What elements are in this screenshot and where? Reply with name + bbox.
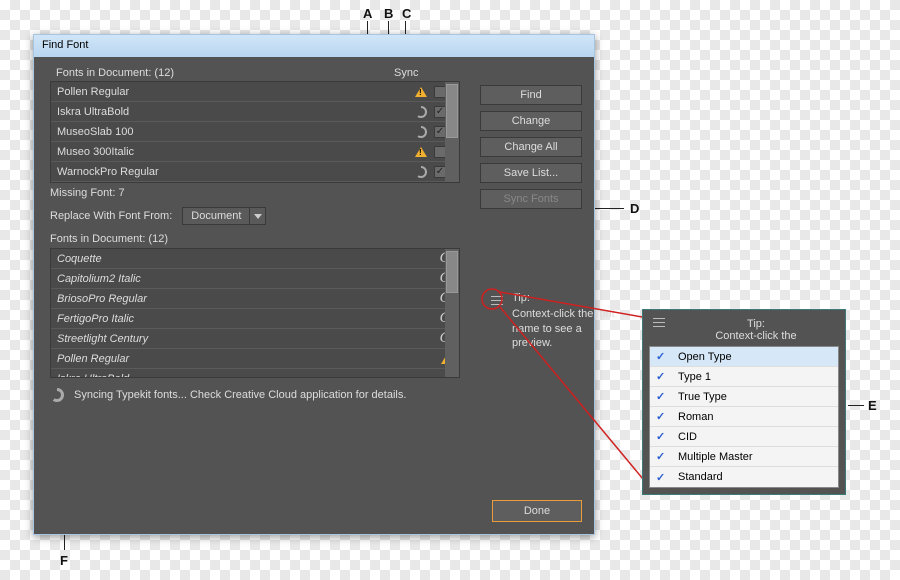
check-icon: ✓ <box>656 450 670 463</box>
filter-menu-item[interactable]: ✓ Standard <box>650 467 838 487</box>
sync-status-text: Syncing Typekit fonts... Check Creative … <box>74 389 406 401</box>
font-name: MuseoSlab 100 <box>57 126 389 138</box>
font-name: Pollen Regular <box>57 86 389 98</box>
change-all-button[interactable]: Change All <box>480 137 582 157</box>
missing-font-label: Missing Font: 7 <box>50 187 460 199</box>
fonts-in-doc-label-2: Fonts in Document: (12) <box>50 233 460 245</box>
check-icon: ✓ <box>656 390 670 403</box>
callout-b: B <box>384 6 393 21</box>
spinner-icon <box>415 166 427 178</box>
font-name: Streetlight Century <box>57 333 415 345</box>
fonts-in-doc-label: Fonts in Document: (12) <box>56 67 390 79</box>
tip-text: Tip: Context-click the font name to see … <box>512 291 620 350</box>
popup-tip-title: Tip: <box>677 318 835 330</box>
check-icon: ✓ <box>656 370 670 383</box>
font-row[interactable]: Streetlight CenturyO <box>51 329 459 349</box>
flyout-popup: Tip: Context-click the ✓ Open Type ✓ Type 1… <box>642 309 846 495</box>
find-font-dialog: Find Font Fonts in Document: (12) Sync P… <box>33 34 595 535</box>
dialog-titlebar[interactable]: Find Font <box>34 35 594 57</box>
check-icon: ✓ <box>656 430 670 443</box>
filter-menu-item[interactable]: ✓ Type 1 <box>650 367 838 387</box>
check-icon: ✓ <box>656 471 670 484</box>
popup-tip-body: Context-click the <box>677 330 835 342</box>
font-row[interactable]: Museo 300Italic <box>51 142 459 162</box>
menu-item-label: Roman <box>678 411 713 423</box>
spinner-icon <box>415 106 427 118</box>
menu-item-label: Open Type <box>678 351 732 363</box>
font-name: FertigoPro Italic <box>57 313 415 325</box>
sync-header: Sync <box>390 67 454 79</box>
font-name: Coquette <box>57 253 415 265</box>
menu-item-label: Type 1 <box>678 371 711 383</box>
font-row[interactable]: WarnockPro Regular✓ <box>51 162 459 182</box>
flyout-menu-icon[interactable] <box>489 293 505 307</box>
sync-status-row: Syncing Typekit fonts... Check Creative … <box>50 388 460 402</box>
filter-menu-item[interactable]: ✓ Roman <box>650 407 838 427</box>
menu-item-label: Multiple Master <box>678 451 753 463</box>
callout-d: D <box>630 201 639 216</box>
font-row[interactable]: FertigoPro ItalicO <box>51 309 459 329</box>
filter-menu-item[interactable]: ✓ Open Type <box>650 347 838 367</box>
filter-menu-item[interactable]: ✓ Multiple Master <box>650 447 838 467</box>
font-name: Iskra UltraBold <box>57 373 415 378</box>
check-icon: ✓ <box>656 350 670 363</box>
font-name: Iskra UltraBold <box>57 106 389 118</box>
check-icon: ✓ <box>656 410 670 423</box>
font-row[interactable]: Pollen Regular <box>51 349 459 369</box>
tip-body: Context-click the font name to see a pre… <box>512 307 620 350</box>
top-list-header: Fonts in Document: (12) Sync <box>50 67 460 81</box>
filter-menu-item[interactable]: ✓ CID <box>650 427 838 447</box>
spinner-icon <box>50 388 64 402</box>
font-row[interactable]: BriosoPro RegularO <box>51 289 459 309</box>
sync-fonts-button[interactable]: Sync Fonts <box>480 189 582 209</box>
spinner-icon <box>415 126 427 138</box>
bottom-font-list: CoquetteOCapitolium2 ItalicOBriosoPro Re… <box>50 248 460 378</box>
font-name: BriosoPro Regular <box>57 293 415 305</box>
warning-icon <box>415 87 427 97</box>
tip-title: Tip: <box>512 291 620 305</box>
font-name: Pollen Regular <box>57 353 415 365</box>
font-row[interactable]: Iskra UltraBold <box>51 369 459 377</box>
callout-c: C <box>402 6 411 21</box>
replace-with-label: Replace With Font From: <box>50 210 172 222</box>
callout-a: A <box>363 6 372 21</box>
callout-e: E <box>868 398 877 413</box>
font-name: Capitolium2 Italic <box>57 273 415 285</box>
save-list-button[interactable]: Save List... <box>480 163 582 183</box>
chevron-down-icon <box>249 208 265 224</box>
font-row[interactable]: Capitolium2 ItalicO <box>51 269 459 289</box>
font-name: Museo 300Italic <box>57 146 389 158</box>
scrollbar[interactable] <box>445 249 459 377</box>
filter-menu: ✓ Open Type ✓ Type 1 ✓ True Type ✓ Roman ✓ CID ✓ Mu… <box>649 346 839 488</box>
find-button[interactable]: Find <box>480 85 582 105</box>
change-button[interactable]: Change <box>480 111 582 131</box>
font-row[interactable]: MuseoSlab 100✓ <box>51 122 459 142</box>
menu-item-label: Standard <box>678 471 723 483</box>
menu-item-label: CID <box>678 431 697 443</box>
top-font-list: Pollen RegularIskra UltraBold✓MuseoSlab … <box>50 81 460 183</box>
scrollbar[interactable] <box>445 82 459 182</box>
font-row[interactable]: CoquetteO <box>51 249 459 269</box>
font-name: WarnockPro Regular <box>57 166 389 178</box>
font-row[interactable]: Pollen Regular <box>51 82 459 102</box>
flyout-menu-icon[interactable] <box>653 318 669 332</box>
dropdown-value: Document <box>183 210 249 222</box>
font-row[interactable]: Iskra UltraBold✓ <box>51 102 459 122</box>
done-button[interactable]: Done <box>492 500 582 522</box>
warning-icon <box>415 147 427 157</box>
leader-e <box>848 405 864 406</box>
callout-f: F <box>60 553 68 568</box>
filter-menu-item[interactable]: ✓ True Type <box>650 387 838 407</box>
replace-from-dropdown[interactable]: Document <box>182 207 266 225</box>
menu-item-label: True Type <box>678 391 727 403</box>
